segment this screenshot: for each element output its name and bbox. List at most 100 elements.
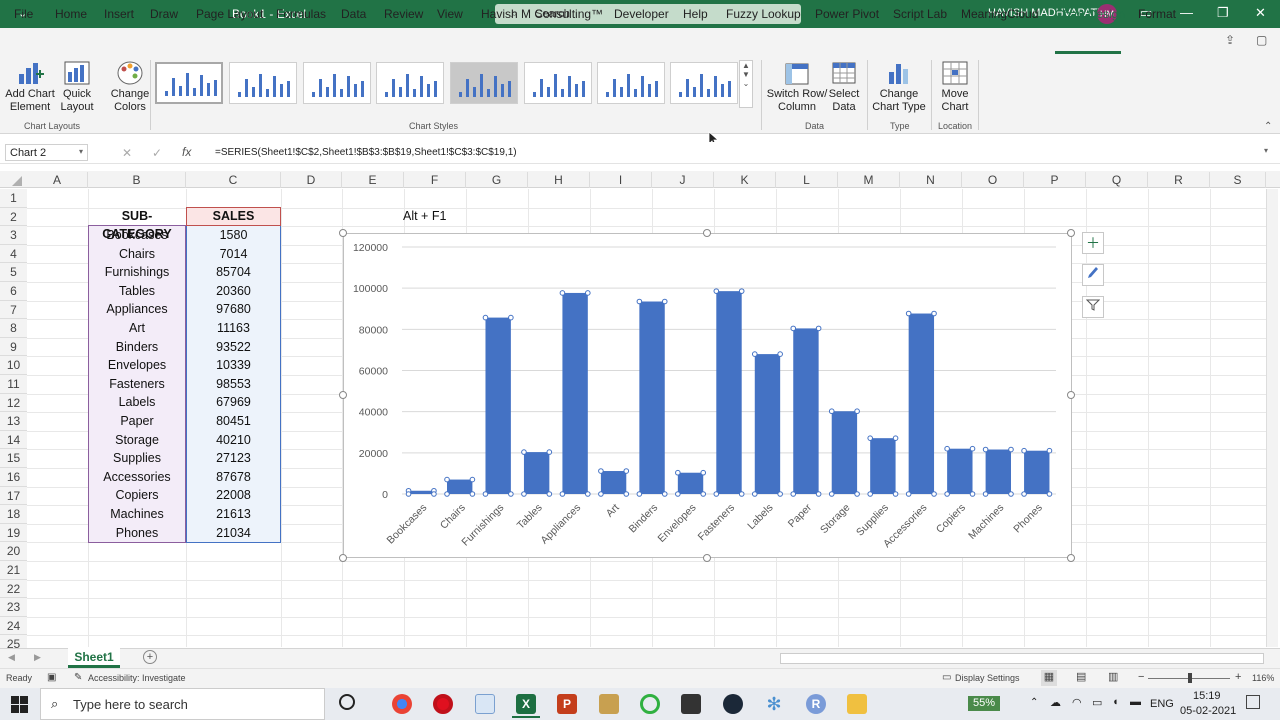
menu-tab-review[interactable]: Review [384, 7, 423, 21]
row-header-13[interactable]: 13 [0, 412, 27, 431]
display-icon[interactable]: ▭ [1092, 696, 1102, 709]
chart-style-thumbnail[interactable] [450, 62, 518, 104]
resize-handle[interactable] [339, 554, 347, 562]
column-header-l[interactable]: L [776, 172, 838, 188]
minimize-icon[interactable]: — [1180, 5, 1193, 20]
table-cell-category[interactable]: Paper [88, 412, 186, 430]
menu-tab-file[interactable]: File [14, 7, 33, 21]
terminal-icon[interactable] [681, 694, 701, 714]
cancel-icon[interactable]: ✕ [122, 146, 132, 160]
row-header-9[interactable]: 9 [0, 337, 27, 357]
chart-style-thumbnail[interactable] [229, 62, 297, 104]
row-header-7[interactable]: 7 [0, 300, 27, 320]
file-explorer-icon[interactable] [847, 694, 867, 714]
header-sub-category[interactable]: SUB-CATEGORY [88, 207, 186, 241]
bar-appliances[interactable] [562, 292, 588, 494]
column-header-i[interactable]: I [590, 172, 652, 188]
table-cell-sales[interactable]: 22008 [186, 486, 281, 504]
table-cell-category[interactable]: Bookcases [88, 226, 186, 244]
cloud-icon[interactable]: ☁ [1050, 696, 1061, 709]
row-header-14[interactable]: 14 [0, 430, 27, 450]
page-layout-view-icon[interactable]: ▤ [1076, 670, 1086, 683]
show-hidden-icons[interactable]: ⌃ [1030, 697, 1038, 708]
chart-area[interactable]: 0 20000 40000 60000 80000 100000 120000 Bookcas… [343, 233, 1072, 558]
table-cell-category[interactable]: Appliances [88, 300, 186, 318]
row-header-23[interactable]: 23 [0, 598, 27, 617]
menu-tab-format[interactable]: Format [1138, 7, 1176, 21]
bar-bookcases[interactable] [408, 490, 434, 494]
table-cell-sales[interactable]: 98553 [186, 375, 281, 393]
cortana-icon[interactable] [339, 694, 355, 710]
bar-phones[interactable] [1024, 450, 1050, 494]
windows-start-icon[interactable] [11, 696, 28, 713]
chrome-icon[interactable] [392, 694, 412, 714]
table-cell-category[interactable]: Furnishings [88, 263, 186, 281]
name-box[interactable]: Chart 2 ▾ [5, 144, 88, 161]
bar-binders[interactable] [639, 301, 665, 494]
notepad-icon[interactable] [475, 694, 495, 714]
row-header-5[interactable]: 5 [0, 263, 27, 282]
table-cell-category[interactable]: Fasteners [88, 375, 186, 393]
chart-style-thumbnail[interactable] [597, 62, 665, 104]
bar-furnishings[interactable] [485, 317, 511, 494]
status-accessibility[interactable]: Accessibility: Investigate [88, 673, 186, 683]
resize-handle[interactable] [1067, 229, 1075, 237]
row-header-12[interactable]: 12 [0, 393, 27, 413]
horizontal-scrollbar[interactable] [780, 653, 1264, 664]
table-cell-sales[interactable]: 7014 [186, 245, 281, 263]
menu-tab-draw[interactable]: Draw [150, 7, 178, 21]
chart-filters-button[interactable] [1082, 296, 1104, 318]
wifi-icon[interactable]: ◠ [1072, 696, 1082, 709]
powerpoint-icon[interactable]: P [557, 694, 577, 714]
menu-tab-script-lab[interactable]: Script Lab [893, 7, 947, 21]
zoom-slider-thumb[interactable] [1188, 673, 1192, 683]
snowflake-icon[interactable]: ✻ [764, 694, 784, 714]
display-settings-button[interactable]: Display Settings [955, 673, 1020, 683]
vertical-scrollbar[interactable] [1266, 189, 1278, 647]
input-language[interactable]: ENG [1150, 698, 1174, 710]
resize-handle[interactable] [339, 229, 347, 237]
bar-paper[interactable] [793, 328, 819, 494]
bar-chart[interactable]: 0 20000 40000 60000 80000 100000 120000 Bookcas… [344, 234, 1073, 559]
column-header-f[interactable]: F [404, 172, 466, 188]
resize-handle[interactable] [703, 554, 711, 562]
zoom-level[interactable]: 116% [1252, 673, 1274, 683]
row-header-4[interactable]: 4 [0, 244, 27, 264]
table-cell-sales[interactable]: 87678 [186, 468, 281, 486]
resize-handle[interactable] [1067, 391, 1075, 399]
page-break-view-icon[interactable]: ▥ [1108, 670, 1118, 683]
table-cell-sales[interactable]: 97680 [186, 300, 281, 318]
insert-function-icon[interactable]: fx [182, 145, 191, 159]
zoom-out-icon[interactable]: − [1138, 671, 1144, 683]
restore-icon[interactable]: ❐ [1217, 5, 1229, 21]
row-header-19[interactable]: 19 [0, 523, 27, 543]
volume-icon[interactable]: ◖ [1112, 696, 1119, 708]
row-header-22[interactable]: 22 [0, 579, 27, 599]
styles-gallery-scroll[interactable]: ▲ ▼ ⌄ [739, 60, 753, 108]
table-cell-sales[interactable]: 85704 [186, 263, 281, 281]
table-cell-category[interactable]: Accessories [88, 468, 186, 486]
chevron-down-icon[interactable]: ▾ [79, 147, 83, 156]
chart-style-thumbnail[interactable] [376, 62, 444, 104]
clock-date[interactable]: 05-02-2021 [1180, 705, 1236, 717]
row-header-11[interactable]: 11 [0, 375, 27, 394]
steam-icon[interactable] [723, 694, 743, 714]
chart-styles-button[interactable] [1082, 264, 1104, 286]
table-cell-sales[interactable]: 10339 [186, 356, 281, 374]
comments-icon[interactable]: ▢ [1256, 33, 1267, 47]
row-header-24[interactable]: 24 [0, 616, 27, 636]
table-cell-sales[interactable]: 40210 [186, 431, 281, 449]
taskbar-search[interactable]: ⌕ Type here to search [40, 688, 325, 720]
column-header-b[interactable]: B [88, 172, 186, 188]
column-header-j[interactable]: J [652, 172, 714, 188]
bar-fasteners[interactable] [716, 291, 742, 494]
table-cell-sales[interactable]: 27123 [186, 449, 281, 467]
menu-tab-power-pivot[interactable]: Power Pivot [815, 7, 879, 21]
bar-supplies[interactable] [870, 438, 896, 494]
sheet-tab[interactable]: Sheet1 [68, 648, 120, 668]
column-header-c[interactable]: C [186, 172, 281, 188]
column-header-d[interactable]: D [281, 172, 342, 188]
enter-icon[interactable]: ✓ [152, 146, 162, 160]
clock-time[interactable]: 15:19 [1193, 690, 1221, 702]
bar-tables[interactable] [523, 452, 550, 494]
